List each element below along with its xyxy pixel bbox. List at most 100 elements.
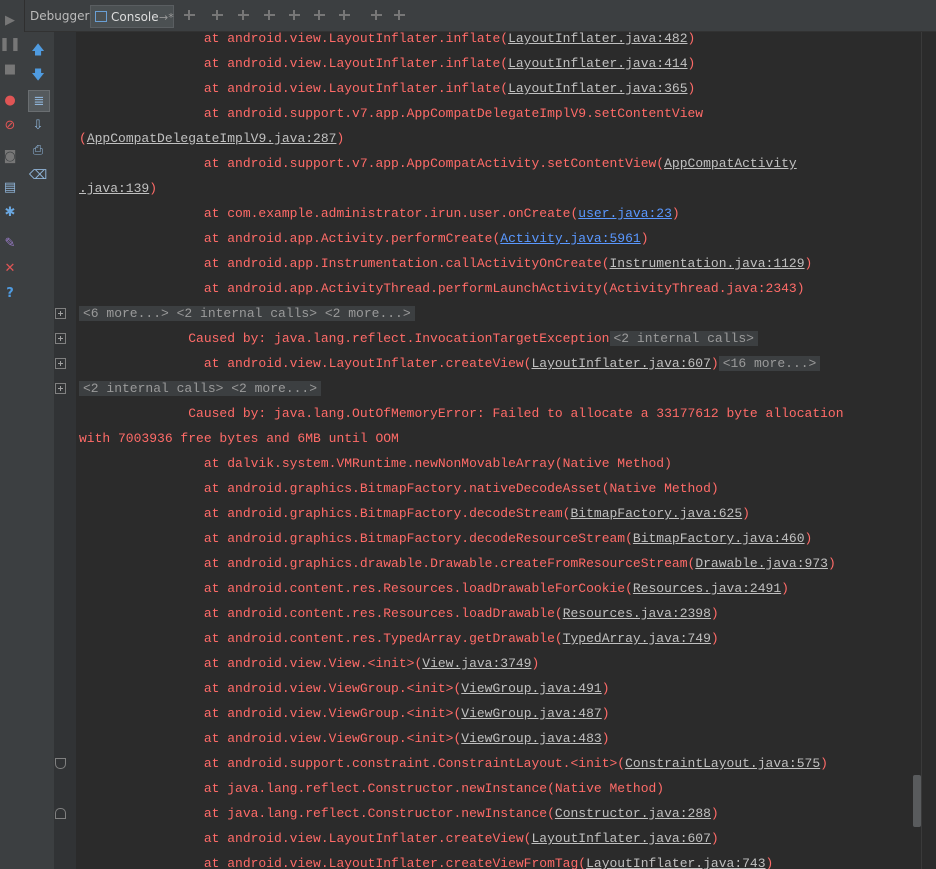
expand-fold-icon[interactable] (55, 383, 66, 394)
source-link[interactable]: BitmapFactory.java:460 (633, 531, 805, 546)
fold-region-icon[interactable] (55, 808, 66, 819)
fold-region-icon[interactable] (55, 758, 66, 769)
stack-text: ) (804, 531, 813, 546)
settings-icon[interactable]: ✱ (2, 204, 18, 220)
pin-icon[interactable]: ✎ (2, 235, 18, 251)
pause-icon[interactable]: ❚❚ (0, 36, 21, 52)
evaluate-icon[interactable] (370, 9, 383, 22)
folded-frames[interactable]: <2 internal calls> <2 more...> (79, 381, 322, 396)
console-line: <2 internal calls> <2 more...> (79, 376, 322, 401)
console-line: at android.view.View.<init>(View.java:37… (79, 651, 539, 676)
camera-icon[interactable]: ◙ (2, 148, 18, 164)
stack-text: ) (601, 681, 610, 696)
console-line: at android.view.LayoutInflater.inflate(L… (79, 26, 696, 51)
console-line: at android.support.v7.app.AppCompatActiv… (79, 151, 797, 176)
source-link[interactable]: BitmapFactory.java:625 (571, 506, 743, 521)
layout-icon[interactable] (393, 9, 406, 22)
stack-text: ) (531, 656, 540, 671)
stack-text: ) (710, 606, 719, 621)
close-icon[interactable]: ✕ (2, 260, 18, 276)
stack-text: Caused by: java.lang.OutOfMemoryError: F… (188, 406, 844, 421)
stop-icon[interactable]: ■ (2, 61, 18, 77)
stack-text: at android.view.LayoutInflater.createVie… (203, 856, 587, 869)
source-link[interactable]: LayoutInflater.java:365 (508, 81, 687, 96)
source-link[interactable]: Activity.java:5961 (500, 231, 640, 246)
mute-breakpoints-icon[interactable]: ⊘ (2, 117, 18, 133)
print-icon[interactable]: ⎙ (30, 142, 46, 158)
console-line: <6 more...> <2 internal calls> <2 more..… (79, 301, 415, 326)
console-line: at android.app.Activity.performCreate(Ac… (79, 226, 649, 251)
source-link[interactable]: user.java:23 (578, 206, 672, 221)
console-output[interactable]: at android.view.LayoutInflater.inflate(L… (79, 26, 919, 869)
stack-text: at android.view.LayoutInflater.createVie… (203, 831, 532, 846)
run-to-cursor-icon[interactable] (338, 9, 351, 22)
source-link[interactable]: LayoutInflater.java:607 (531, 356, 710, 371)
step-over-icon[interactable] (211, 9, 224, 22)
folded-frames[interactable]: <16 more...> (718, 356, 821, 371)
view-breakpoints-icon[interactable]: ● (2, 92, 18, 108)
console-line: at java.lang.reflect.Constructor.newInst… (79, 776, 664, 801)
console-line: with 7003936 free bytes and 6MB until OO… (79, 426, 399, 451)
stack-text: ) (827, 556, 836, 571)
console-line: at android.view.LayoutInflater.createVie… (79, 851, 774, 869)
step-into-icon[interactable] (237, 9, 250, 22)
help-icon[interactable]: ? (2, 285, 18, 301)
scroll-to-end-icon[interactable]: ⇩ (30, 117, 46, 133)
stack-text: ) (687, 56, 696, 71)
source-link[interactable]: AppCompatActivity (664, 156, 797, 171)
source-link[interactable]: View.java:3749 (422, 656, 531, 671)
source-link[interactable]: Instrumentation.java:1129 (610, 256, 805, 271)
source-link[interactable]: Drawable.java:973 (695, 556, 828, 571)
source-link[interactable]: Resources.java:2398 (563, 606, 711, 621)
soft-wrap-icon[interactable]: ≣ (28, 90, 50, 112)
drop-frame-icon[interactable] (313, 9, 326, 22)
step-out-icon[interactable] (288, 9, 301, 22)
source-link[interactable]: LayoutInflater.java:743 (586, 856, 765, 869)
force-step-into-icon[interactable] (263, 9, 276, 22)
folded-frames[interactable]: <2 internal calls> (609, 331, 758, 346)
source-link[interactable]: .java:139 (79, 181, 149, 196)
down-arrow-icon[interactable]: 🡇 (30, 67, 46, 83)
source-link[interactable]: TypedArray.java:749 (563, 631, 711, 646)
up-arrow-icon[interactable]: 🡅 (30, 42, 46, 58)
scrollbar-thumb[interactable] (913, 775, 921, 827)
console-line: at android.support.constraint.Constraint… (79, 751, 828, 776)
source-link[interactable]: LayoutInflater.java:482 (508, 31, 687, 46)
console-line: at android.support.v7.app.AppCompatDeleg… (79, 101, 703, 126)
console-line: at android.view.LayoutInflater.createVie… (79, 351, 821, 376)
source-link[interactable]: ViewGroup.java:483 (461, 731, 601, 746)
console-line: at android.app.Instrumentation.callActiv… (79, 251, 813, 276)
source-link[interactable]: Resources.java:2491 (633, 581, 781, 596)
stack-text: at android.view.LayoutInflater.inflate( (203, 56, 509, 71)
source-link[interactable]: ViewGroup.java:491 (461, 681, 601, 696)
expand-fold-icon[interactable] (55, 358, 66, 369)
stack-text: at android.view.View.<init>( (203, 656, 423, 671)
source-link[interactable]: LayoutInflater.java:414 (508, 56, 687, 71)
expand-fold-icon[interactable] (55, 333, 66, 344)
resume-icon[interactable]: ▶ (2, 12, 18, 28)
source-link[interactable]: LayoutInflater.java:607 (531, 831, 710, 846)
clear-all-icon[interactable]: ⌫ (29, 167, 47, 183)
source-link[interactable]: ViewGroup.java:487 (461, 706, 601, 721)
tab-console[interactable]: Console →* (90, 5, 174, 28)
stack-text: ) (687, 81, 696, 96)
restore-layout-icon[interactable]: ▤ (2, 179, 18, 195)
source-link[interactable]: ConstraintLayout.java:575 (625, 756, 820, 771)
console-line: Caused by: java.lang.reflect.InvocationT… (79, 326, 758, 351)
expand-fold-icon[interactable] (55, 308, 66, 319)
source-link[interactable]: AppCompatDelegateImplV9.java:287 (87, 131, 337, 146)
tab-debugger[interactable]: Debugger (30, 5, 89, 28)
folded-frames[interactable]: <6 more...> <2 internal calls> <2 more..… (79, 306, 415, 321)
scroll-to-end-icon[interactable] (183, 9, 196, 22)
source-link[interactable]: Constructor.java:288 (555, 806, 711, 821)
stack-text: ) (601, 706, 610, 721)
